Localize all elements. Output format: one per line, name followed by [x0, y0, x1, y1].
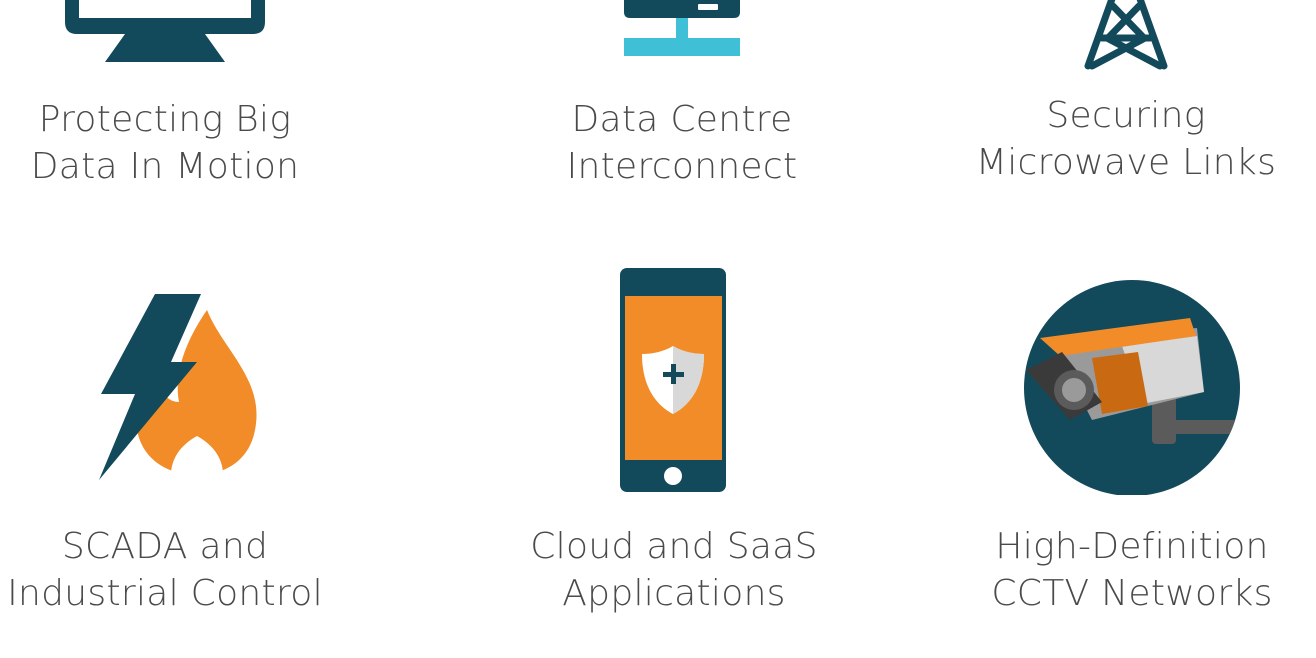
monitor-icon — [0, 0, 355, 70]
smartphone-shield-icon — [484, 268, 864, 493]
tile-label-line2: Interconnect — [566, 146, 798, 187]
cctv-camera-icon — [942, 280, 1316, 495]
tile-label-line1: High-Definition — [995, 526, 1269, 567]
tile-label-line2: Microwave Links — [975, 142, 1277, 183]
tile-label: High-Definition CCTV Networks — [942, 523, 1316, 617]
tile-label-line2: Applications — [562, 573, 786, 614]
tile-label-line1: Protecting Big — [38, 99, 292, 140]
tile-label: Data Centre Interconnect — [492, 96, 872, 190]
tile-label-line2: Data In Motion — [30, 146, 300, 187]
tile-label: SCADA and Industrial Control — [0, 523, 355, 617]
tile-label-line1: Data Centre — [571, 99, 793, 140]
tile-label: Securing Microwave Links — [936, 92, 1316, 186]
tile-label: Protecting Big Data In Motion — [0, 96, 355, 190]
tile-label-line2: Industrial Control — [7, 573, 323, 614]
transmission-tower-icon — [936, 0, 1316, 72]
tile-label: Cloud and SaaS Applications — [484, 523, 864, 617]
tile-label-line1: Cloud and SaaS — [530, 526, 818, 567]
tile-label-line2: CCTV Networks — [991, 573, 1273, 614]
server-network-icon — [492, 0, 872, 70]
lightning-fire-icon — [0, 290, 355, 485]
tile-label-line1: Securing — [1046, 95, 1206, 136]
tile-label-line1: SCADA and — [61, 526, 269, 567]
